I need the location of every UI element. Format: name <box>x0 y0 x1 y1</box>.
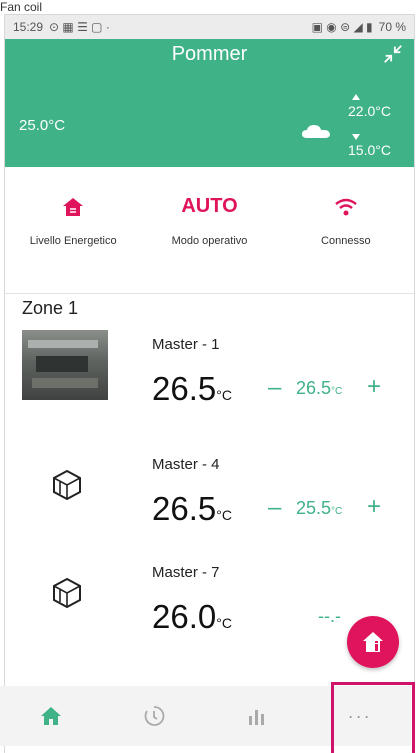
outdoor-temperature: 25.0°C <box>19 117 66 134</box>
nav-home[interactable] <box>0 686 103 746</box>
stats-icon <box>248 710 264 725</box>
current-temperature: 26.0°C <box>152 598 232 635</box>
schedule-icon <box>144 706 165 726</box>
operating-mode-label: Modo operativo <box>171 235 248 247</box>
forecast-min: 15.0°C <box>348 142 391 158</box>
zone-title: Zone 1 <box>22 298 79 318</box>
notification-icons: ⊙ ▦ ☰ ▢ · <box>49 20 110 34</box>
connection-label: Connesso <box>321 235 371 247</box>
max-arrow-icon <box>352 94 360 100</box>
device-name: Master - 4 <box>152 456 220 473</box>
device-icon <box>53 469 81 501</box>
battery-text: 70 % <box>378 20 406 34</box>
crop-label: Fan coil <box>0 0 43 14</box>
nav-stats[interactable] <box>206 686 309 746</box>
crop-header: Fan coil <box>0 0 419 14</box>
device-photo <box>22 330 108 400</box>
min-arrow-icon <box>352 134 360 140</box>
collapse-icon[interactable] <box>382 43 404 65</box>
device-row[interactable]: Master - 7 26.0°C --.- <box>0 558 411 678</box>
page-title: Pommer <box>171 43 248 65</box>
home-icon <box>41 707 62 725</box>
operating-mode[interactable]: AUTO Modo operativo <box>141 167 277 293</box>
forecast-max: 22.0°C <box>348 103 391 119</box>
decrease-button[interactable]: – <box>268 374 281 402</box>
device-header: Pommer 25.0°C 22.0°C 15.0°C <box>5 39 414 167</box>
mode-value: AUTO <box>181 195 238 217</box>
house-energy-icon <box>63 198 84 216</box>
setpoint-value: 26.5°C <box>296 378 343 398</box>
device-row[interactable]: Master - 4 26.5°C – 25.5°C + <box>0 450 411 570</box>
current-temperature: 26.5°C <box>152 370 232 407</box>
increase-button[interactable]: + <box>367 493 381 521</box>
device-name: Master - 7 <box>152 564 220 581</box>
decrease-button[interactable]: – <box>268 494 281 522</box>
status-time: 15:29 <box>13 20 44 34</box>
wifi-icon <box>335 198 357 216</box>
device-row[interactable]: Master - 1 26.5°C – 26.5°C + <box>0 330 411 450</box>
status-bar: 15:29 ⊙ ▦ ☰ ▢ · ▣ ◉ ⊜ ◢ ▮ 70 % <box>5 15 414 39</box>
increase-button[interactable]: + <box>367 373 381 401</box>
cloud-icon <box>302 125 330 138</box>
nav-schedule[interactable] <box>103 686 206 746</box>
current-temperature: 26.5°C <box>152 490 232 527</box>
highlight-box <box>331 682 415 753</box>
setpoint-value: 25.5°C <box>296 498 343 518</box>
energy-level-label: Livello Energetico <box>29 235 117 247</box>
setpoint-value: --.- <box>318 606 341 626</box>
home-settings-fab[interactable] <box>347 616 399 668</box>
energy-level[interactable]: Livello Energetico <box>5 167 141 293</box>
device-icon <box>53 577 81 609</box>
mode-bar: Livello Energetico AUTO Modo operativo C… <box>5 167 414 294</box>
system-icons: ▣ ◉ ⊜ ◢ ▮ <box>311 20 373 34</box>
house-info-icon <box>363 632 383 652</box>
device-name: Master - 1 <box>152 336 220 353</box>
connection-status[interactable]: Connesso <box>278 167 414 293</box>
